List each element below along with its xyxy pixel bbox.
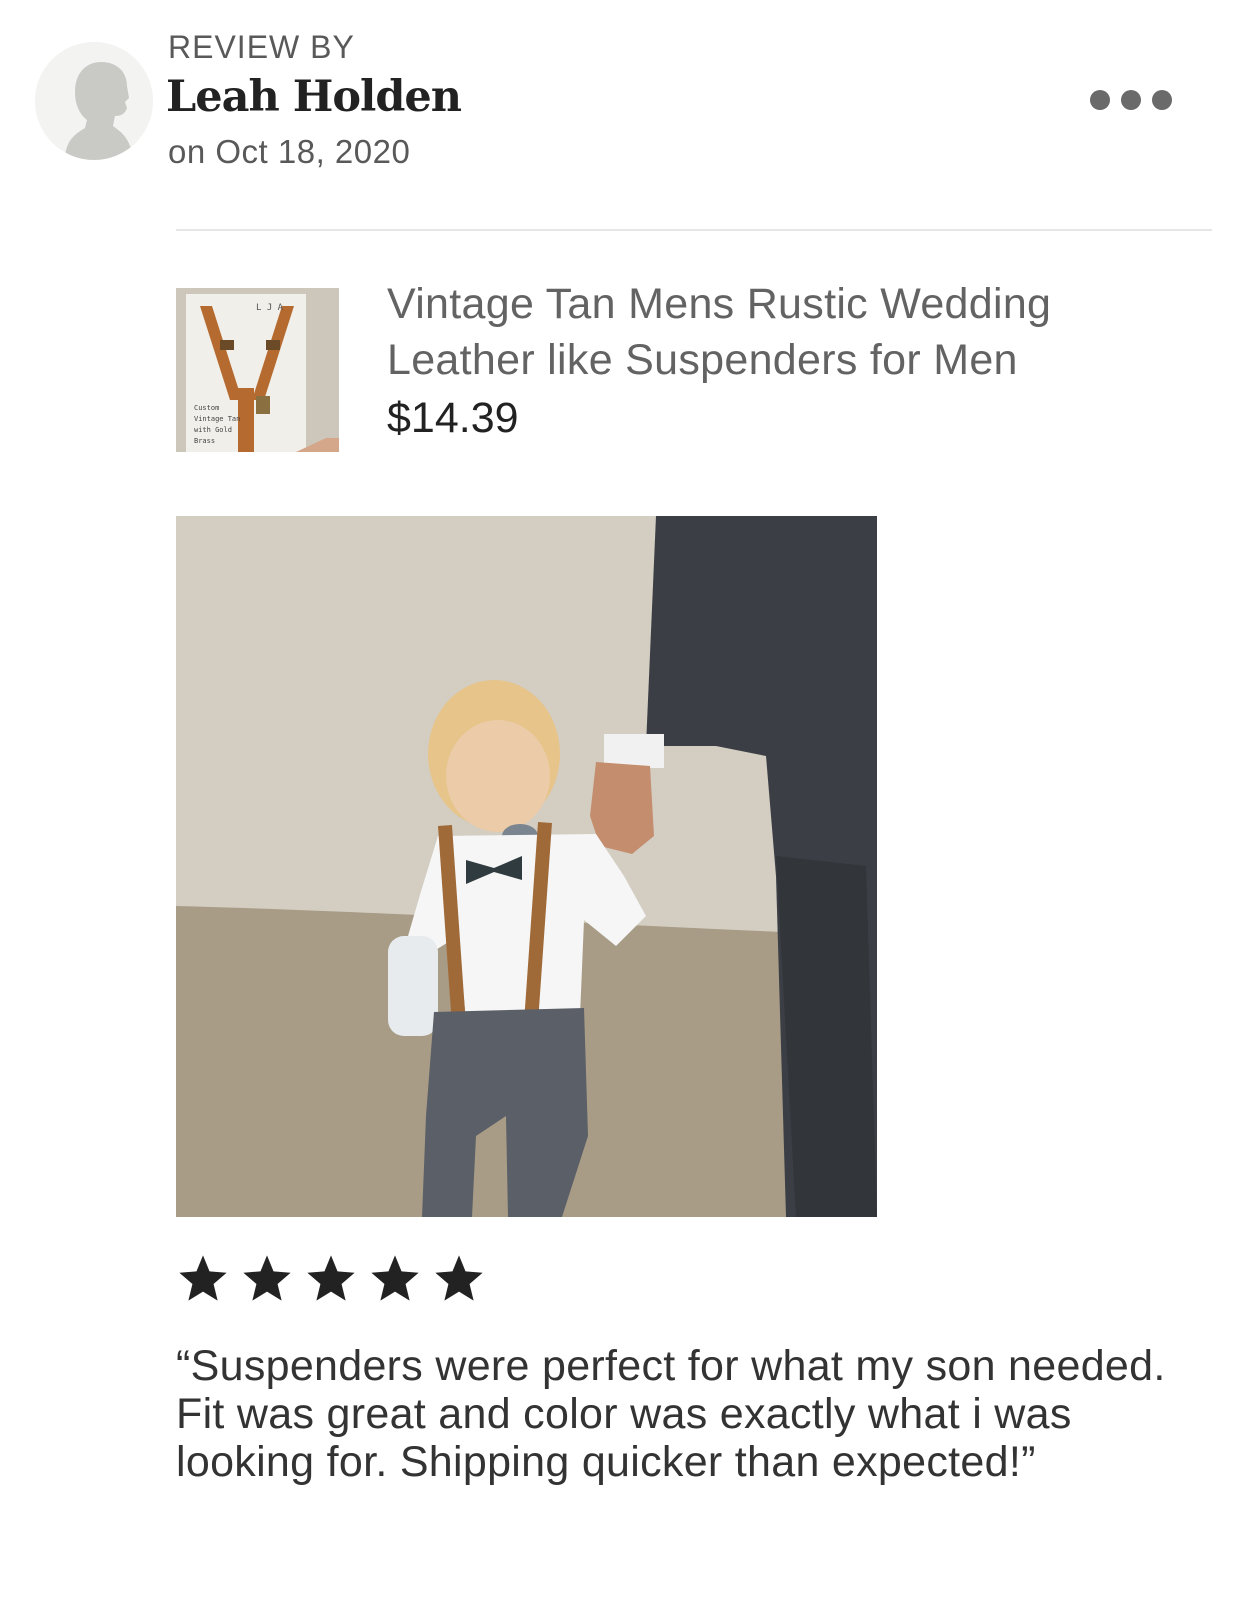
more-options-button[interactable] [1090,84,1172,116]
star-icon [179,1255,227,1301]
review-text: “Suspenders were perfect for what my son… [176,1342,1166,1486]
more-dots-icon [1121,90,1141,110]
product-title-link[interactable]: Vintage Tan Mens Rustic Wedding Leather … [387,276,1167,388]
rating-stars [176,1252,486,1310]
star-icon [371,1255,419,1301]
review-photo[interactable] [176,516,877,1217]
review-date: on Oct 18, 2020 [168,133,411,170]
more-dots-icon [1090,90,1110,110]
thumb-caption: with Gold [194,426,232,434]
product-thumbnail[interactable]: L J A Custom Vintage Tan with Gold Brass [176,288,339,452]
product-price: $14.39 [387,394,519,442]
star-icon [243,1255,291,1301]
more-dots-icon [1152,90,1172,110]
divider [176,229,1212,231]
review-photo-image [176,516,877,1217]
reviewer-avatar[interactable] [35,42,153,160]
review-by-label: REVIEW BY [168,29,355,65]
thumb-label: L J A [256,303,284,313]
product-thumbnail-image: L J A Custom Vintage Tan with Gold Brass [176,288,339,452]
thumb-caption: Vintage Tan [194,415,240,423]
reviewer-name[interactable]: Leah Holden [166,70,462,124]
thumb-caption: Custom [194,404,219,412]
star-icon [435,1255,483,1301]
default-avatar-icon [35,42,153,160]
thumb-caption: Brass [194,437,215,445]
star-icon [307,1255,355,1301]
